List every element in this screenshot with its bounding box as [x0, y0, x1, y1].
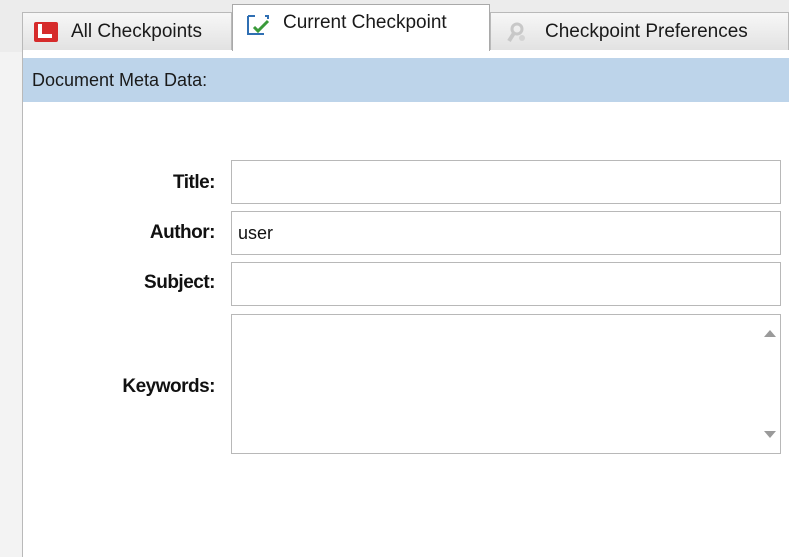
tab-label: All Checkpoints [71, 20, 202, 42]
tab-strip: All Checkpoints Current Checkpoint Check… [0, 0, 789, 52]
subject-field[interactable] [231, 262, 781, 306]
preferences-icon [505, 20, 531, 44]
current-checkpoint-panel: Document Meta Data: Title: Author: Subje… [22, 50, 789, 557]
tab-label: Current Checkpoint [283, 12, 447, 33]
subject-label: Subject: [144, 272, 215, 293]
tab-all-checkpoints[interactable]: All Checkpoints [22, 12, 232, 50]
keywords-field[interactable] [231, 314, 781, 454]
keywords-label: Keywords: [122, 376, 215, 397]
section-header: Document Meta Data: [23, 58, 789, 102]
tab-current-checkpoint[interactable]: Current Checkpoint [232, 4, 490, 51]
title-label: Title: [172, 172, 216, 193]
tab-checkpoint-preferences[interactable]: Checkpoint Preferences [490, 12, 789, 50]
scroll-up-icon[interactable] [764, 330, 776, 337]
all-checkpoints-icon [33, 20, 59, 44]
author-label: Author: [149, 222, 216, 243]
keywords-scrollbar[interactable] [759, 316, 779, 452]
author-field[interactable] [231, 211, 781, 255]
tab-label: Checkpoint Preferences [545, 20, 748, 42]
scroll-down-icon[interactable] [764, 431, 776, 438]
title-field[interactable] [231, 160, 781, 204]
current-checkpoint-icon [245, 13, 271, 37]
